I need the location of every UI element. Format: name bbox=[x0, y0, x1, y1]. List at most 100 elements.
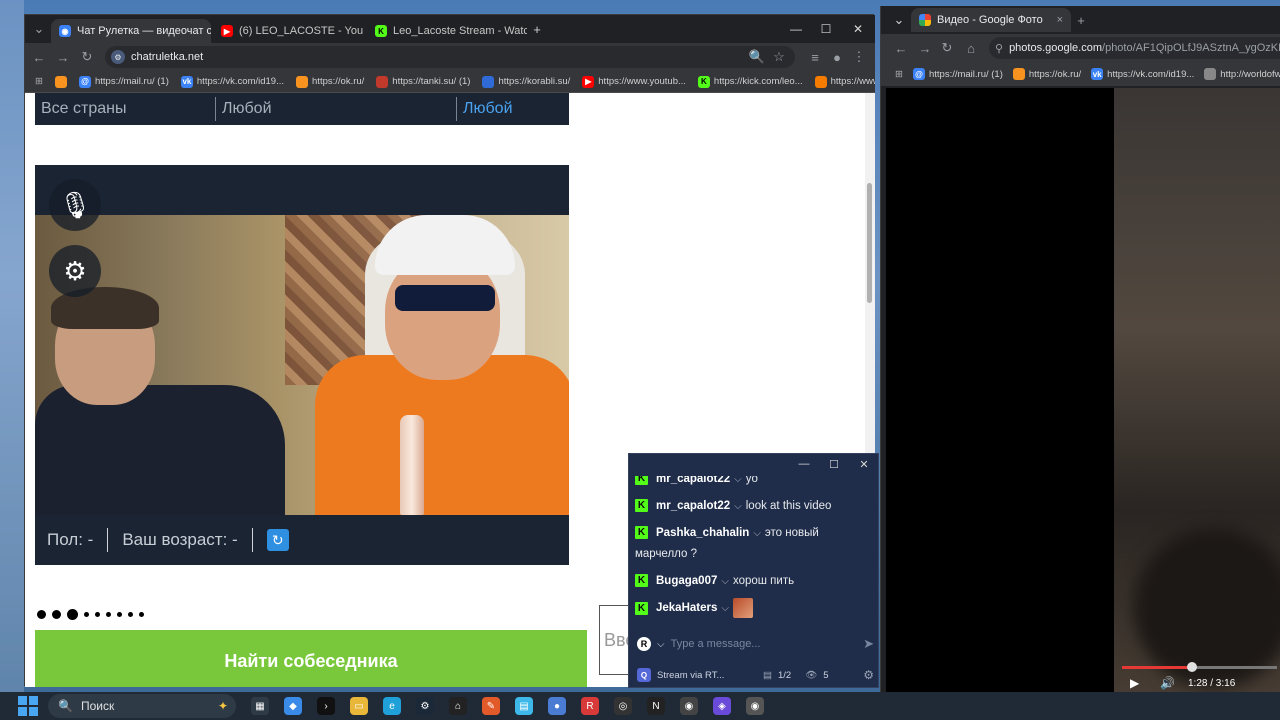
bookmark-item[interactable] bbox=[54, 75, 67, 88]
chevron-down-icon[interactable]: ⌵ bbox=[734, 501, 742, 512]
reload-icon[interactable]: ↻ bbox=[77, 47, 97, 67]
tab-chatruletka[interactable]: ◉ Чат Рулетка — видеочат с × bbox=[51, 19, 211, 43]
chat-username[interactable]: JekaHaters bbox=[656, 602, 717, 614]
app-icon[interactable]: ● bbox=[548, 697, 566, 715]
terminal-icon[interactable]: › bbox=[317, 697, 335, 715]
media-icon[interactable]: ≡ bbox=[805, 47, 825, 67]
bookmark-item[interactable]: @ https://mail.ru/ (1) bbox=[912, 68, 1003, 80]
new-tab-icon[interactable]: + bbox=[1071, 10, 1091, 30]
app-icon[interactable]: R bbox=[581, 697, 599, 715]
bookmark-item[interactable]: https://tanki.su/ (1) bbox=[376, 75, 470, 88]
bookmark-item[interactable]: ▶ https://www.youtub... bbox=[582, 75, 686, 88]
dot bbox=[52, 610, 61, 619]
chevron-down-icon[interactable]: ⌵ bbox=[721, 576, 729, 587]
bookmark-item[interactable]: vk https://vk.com/id19... bbox=[180, 75, 284, 88]
apps-grid-icon[interactable]: ⊞ bbox=[895, 69, 903, 80]
obs-icon[interactable]: ◎ bbox=[614, 697, 632, 715]
bookmark-item[interactable]: @ https://mail.ru/ (1) bbox=[78, 75, 169, 88]
kick-icon: K bbox=[635, 574, 648, 588]
gender-select[interactable]: Любой bbox=[216, 97, 456, 121]
country-select[interactable]: Все страны bbox=[35, 97, 215, 121]
copilot-icon[interactable]: ◆ bbox=[284, 697, 302, 715]
minimize-icon[interactable]: — bbox=[781, 17, 811, 41]
maximize-icon[interactable]: ☐ bbox=[819, 454, 849, 476]
home-icon[interactable]: ⌂ bbox=[961, 38, 981, 58]
send-icon[interactable]: ➤ bbox=[863, 636, 874, 652]
bookmark-item[interactable]: https://ok.ru/ bbox=[296, 75, 364, 88]
volume-icon[interactable]: 🔊 bbox=[1160, 676, 1175, 690]
bookmark-item[interactable]: https://korabli.su/ bbox=[482, 75, 570, 88]
steam-icon[interactable]: ⚙ bbox=[416, 697, 434, 715]
chevron-down-icon[interactable]: ⌵ bbox=[753, 528, 761, 539]
edge-icon[interactable]: e bbox=[383, 697, 401, 715]
task-view-icon[interactable]: ▦ bbox=[251, 697, 269, 715]
play-icon[interactable]: ▶ bbox=[1130, 676, 1139, 690]
bookmark-item[interactable]: Khttps://kick.com/leo... bbox=[697, 75, 803, 88]
gender-label[interactable]: Пол: - bbox=[47, 530, 93, 550]
chevron-down-icon[interactable]: ⌵ bbox=[721, 603, 729, 614]
url-field[interactable]: ⚙ chatruletka.net bbox=[105, 46, 795, 68]
app-icon[interactable]: ◈ bbox=[713, 697, 731, 715]
menu-kebab-icon[interactable]: ⋮ bbox=[849, 47, 869, 67]
mail-ru-icon: @ bbox=[78, 75, 91, 88]
maximize-icon[interactable]: ☐ bbox=[811, 17, 841, 41]
chat-username[interactable]: Bugaga007 bbox=[656, 575, 717, 587]
tab-search-icon[interactable]: ⌄ bbox=[29, 19, 49, 39]
url-field[interactable]: ⚲ photos.google.com/photo/AF1QipOLfJ9ASz… bbox=[989, 37, 1280, 59]
app-icon[interactable]: ⌂ bbox=[449, 697, 467, 715]
dot bbox=[67, 609, 78, 620]
window-close-icon[interactable]: ✕ bbox=[849, 454, 878, 476]
chat-app-icon[interactable]: ▤ bbox=[515, 697, 533, 715]
settings-gear-icon[interactable]: ⚙ bbox=[863, 668, 874, 682]
person-right-cap bbox=[375, 215, 515, 275]
chat-message-input[interactable]: Type a message... bbox=[671, 638, 858, 650]
refresh-icon[interactable]: ↻ bbox=[266, 529, 289, 551]
forward-icon[interactable]: → bbox=[915, 38, 935, 58]
microphone-icon[interactable]: 🎙 bbox=[49, 179, 101, 231]
scrollbar-thumb[interactable] bbox=[867, 183, 872, 303]
bookmark-item[interactable]: vk https://vk.com/id19... bbox=[1091, 68, 1194, 80]
back-icon[interactable]: ← bbox=[29, 47, 49, 67]
tab-youtube[interactable]: ▶ (6) LEO_LACOSTE - YouTube × bbox=[213, 19, 363, 43]
partner-gender-select[interactable]: Любой bbox=[457, 97, 519, 121]
emote-image bbox=[732, 598, 753, 618]
video-shadow bbox=[1134, 528, 1280, 688]
taskbar-search[interactable]: 🔍 Поиск ✦ bbox=[48, 694, 236, 718]
find-partner-button[interactable]: Найти собеседника bbox=[35, 630, 587, 687]
odnoklassniki-icon bbox=[54, 75, 67, 88]
new-tab-icon[interactable]: + bbox=[527, 19, 547, 39]
chat-username[interactable]: Pashka_chahalin bbox=[656, 527, 749, 539]
tab-search-icon[interactable]: ⌄ bbox=[889, 10, 909, 30]
profile-avatar-icon[interactable]: ● bbox=[827, 47, 847, 67]
bookmark-item[interactable]: http://worldofwarsh... bbox=[1204, 68, 1280, 80]
window-close-icon[interactable]: ✕ bbox=[843, 17, 873, 41]
chrome-icon[interactable]: ◉ bbox=[746, 697, 764, 715]
chat-username[interactable]: mr_capalot22 bbox=[656, 500, 730, 512]
zoom-icon[interactable]: 🔍 bbox=[747, 47, 767, 67]
forward-icon[interactable]: → bbox=[53, 47, 73, 67]
restream-icon[interactable]: R bbox=[637, 637, 651, 651]
app-icon[interactable]: ✎ bbox=[482, 697, 500, 715]
chrome-icon[interactable]: ◉ bbox=[680, 697, 698, 715]
file-explorer-icon[interactable]: ▭ bbox=[350, 697, 368, 715]
minimize-icon[interactable]: — bbox=[789, 454, 819, 476]
korabli-icon bbox=[482, 75, 495, 88]
site-info-icon[interactable]: ⚲ bbox=[995, 42, 1003, 55]
site-info-icon[interactable]: ⚙ bbox=[111, 50, 125, 64]
reload-icon[interactable]: ↻ bbox=[937, 38, 957, 58]
back-icon[interactable]: ← bbox=[891, 38, 911, 58]
bookmark-star-icon[interactable]: ☆ bbox=[769, 47, 789, 67]
app-icon[interactable]: N bbox=[647, 697, 665, 715]
chat-message-list[interactable]: Kmr_capalot22 ⌵ yo Kmr_capalot22 ⌵ look at t… bbox=[629, 466, 878, 624]
bookmark-item[interactable]: https://ok.ru/ bbox=[1012, 68, 1081, 80]
chevron-down-icon[interactable]: ⌵ bbox=[657, 639, 665, 650]
settings-gear-icon[interactable]: ⚙ bbox=[49, 245, 101, 297]
close-icon[interactable]: × bbox=[1057, 14, 1063, 26]
windows-start-icon[interactable] bbox=[18, 696, 38, 716]
apps-grid-icon[interactable]: ⊞ bbox=[35, 76, 43, 87]
tab-kick[interactable]: K Leo_Lacoste Stream - Watch Li × bbox=[367, 19, 527, 43]
age-label[interactable]: Ваш возраст: - bbox=[122, 530, 237, 550]
progress-knob[interactable] bbox=[1186, 662, 1197, 672]
bookmark-item[interactable]: https://www.temu.c... bbox=[814, 75, 875, 88]
tab-google-photos[interactable]: Видео - Google Фото × bbox=[911, 8, 1071, 32]
